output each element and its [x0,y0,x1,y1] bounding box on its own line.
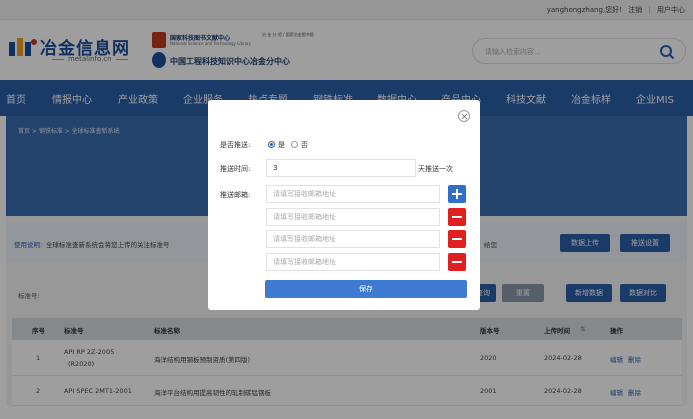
interval-label: 推送时间: [220,165,251,173]
remove-email-button[interactable] [448,253,466,271]
remove-email-button[interactable] [448,230,466,248]
interval-suffix: 天推送一次 [418,165,453,173]
email-label: 推送邮箱: [220,191,251,199]
push-toggle-label: 是否推送: [220,141,251,149]
remove-email-button[interactable] [448,208,466,226]
push-yes-radio[interactable] [268,141,275,148]
save-button[interactable]: 保存 [265,280,467,298]
push-settings-dialog: 是否推送: 是 否 推送时间: 天推送一次 推送邮箱: 保存 [208,100,480,310]
push-yes-label: 是 [278,141,285,149]
push-no-label: 否 [301,141,308,149]
email-field[interactable] [266,208,440,226]
email-field[interactable] [266,230,440,248]
close-icon[interactable] [458,110,470,122]
push-no-radio[interactable] [291,141,298,148]
add-email-button[interactable] [448,185,466,203]
email-field[interactable] [266,253,440,271]
email-field[interactable] [266,185,440,203]
interval-input[interactable] [266,159,416,177]
